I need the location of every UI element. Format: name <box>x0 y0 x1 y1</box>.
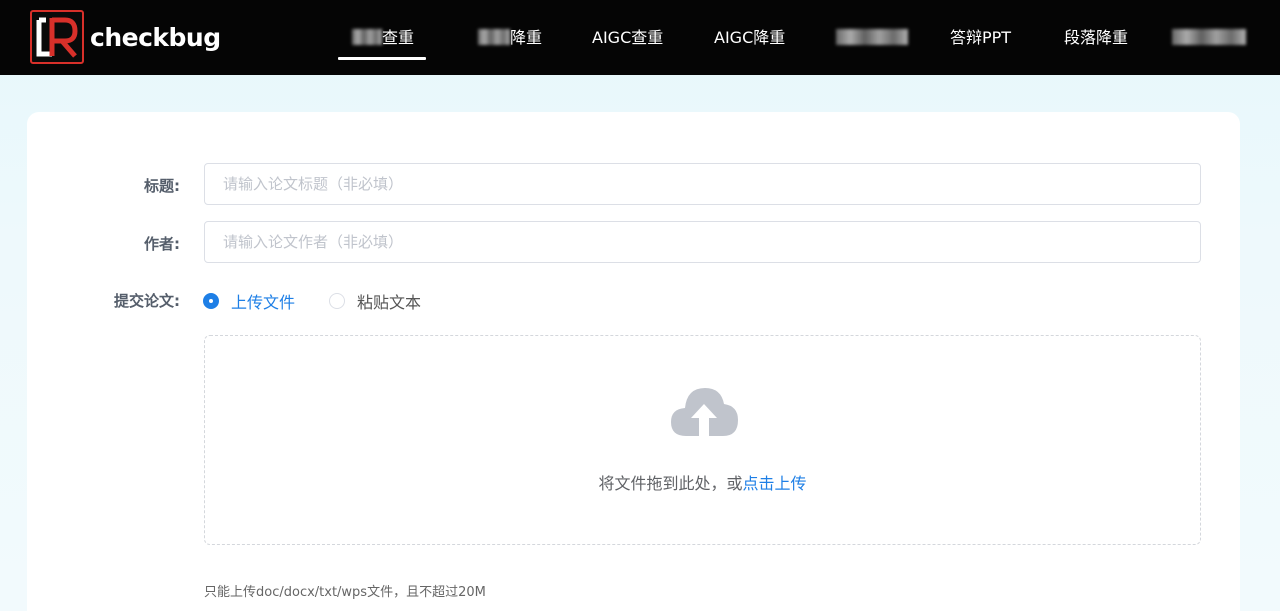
title-label: 标题: <box>144 177 180 195</box>
nav-item-check[interactable]: 查重 <box>337 0 427 75</box>
radio-checked-icon[interactable] <box>203 293 219 309</box>
nav-item-label: 查重 <box>382 28 415 47</box>
nav-item-defense-ppt[interactable]: 答辩PPT <box>950 0 1011 75</box>
cloud-upload-icon <box>671 388 738 436</box>
logo-mark-icon <box>30 10 84 64</box>
upload-tip: 只能上传doc/docx/txt/wps文件，且不超过20M <box>204 585 486 600</box>
upload-dropzone[interactable]: 将文件拖到此处，或点击上传 <box>204 335 1201 545</box>
nav-item-blurred-1[interactable] <box>836 0 908 75</box>
click-upload-link[interactable]: 点击上传 <box>743 474 807 493</box>
radio-label: 上传文件 <box>231 293 296 312</box>
nav-item-aigc-reduce[interactable]: AIGC降重 <box>714 0 785 75</box>
nav-item-label: AIGC降重 <box>714 28 786 47</box>
logo[interactable]: checkbug <box>30 10 221 64</box>
radio-label: 粘贴文本 <box>357 293 422 312</box>
radio-upload-file[interactable]: 上传文件 <box>203 289 295 313</box>
submit-type-label: 提交论文: <box>114 292 180 310</box>
nav-item-blurred-2[interactable] <box>1172 0 1246 75</box>
dropzone-instruction: 将文件拖到此处，或 <box>598 474 743 493</box>
submit-type-radio-group: 上传文件 粘贴文本 <box>203 289 455 313</box>
radio-unchecked-icon[interactable] <box>329 293 346 309</box>
nav-item-label: 段落降重 <box>1064 28 1129 47</box>
author-label: 作者: <box>144 235 180 253</box>
blurred-text <box>836 29 908 45</box>
author-input[interactable] <box>204 221 1201 263</box>
nav-item-reduce[interactable]: 降重 <box>478 0 542 75</box>
nav-item-label: AIGC查重 <box>592 28 664 47</box>
radio-paste-text[interactable]: 粘贴文本 <box>329 289 421 313</box>
dropzone-text: 将文件拖到此处，或点击上传 <box>205 470 1200 494</box>
blurred-text <box>1172 29 1246 45</box>
nav-item-label: 答辩PPT <box>950 28 1012 47</box>
logo-text: checkbug <box>90 22 221 52</box>
blurred-text <box>478 29 510 45</box>
top-navbar: checkbug 查重 降重 AIGC查重 AIGC降重 答辩PPT 段落降重 <box>0 0 1280 75</box>
nav-item-aigc-check[interactable]: AIGC查重 <box>592 0 663 75</box>
nav-item-paragraph-reduce[interactable]: 段落降重 <box>1064 0 1128 75</box>
title-input[interactable] <box>204 163 1201 205</box>
nav-item-label: 降重 <box>510 28 543 47</box>
blurred-text <box>352 29 382 45</box>
